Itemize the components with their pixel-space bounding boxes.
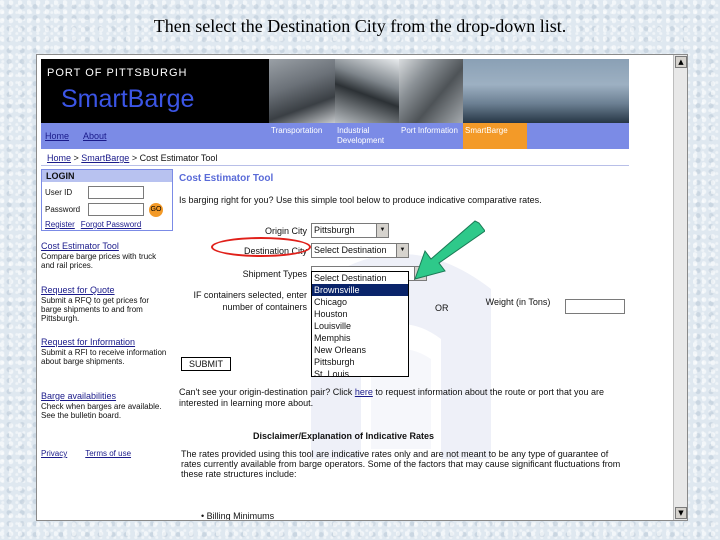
- header-photo: [463, 59, 629, 123]
- destination-city-select[interactable]: Select Destination ▼: [311, 243, 409, 258]
- web-page: PORT OF PITTSBURGH SmartBarge Home About…: [41, 59, 629, 521]
- user-id-input[interactable]: [88, 186, 144, 199]
- scroll-up-icon[interactable]: ▲: [675, 56, 687, 68]
- list-item: • Billing Minimums: [201, 511, 275, 521]
- sidebar-item-desc: Submit a RFI to receive information abou…: [41, 348, 167, 366]
- destination-dropdown-list[interactable]: Select Destination Brownsville Chicago H…: [311, 271, 409, 380]
- login-title: LOGIN: [42, 170, 172, 182]
- scroll-down-icon[interactable]: ▼: [675, 507, 687, 519]
- privacy-link[interactable]: Privacy: [41, 449, 67, 458]
- password-label: Password: [45, 205, 81, 214]
- header-photo: [335, 59, 399, 123]
- disclaimer-title: Disclaimer/Explanation of Indicative Rat…: [253, 431, 435, 441]
- dropdown-option[interactable]: Pittsburgh: [312, 356, 408, 368]
- dropdown-option-highlighted[interactable]: Brownsville: [312, 284, 408, 296]
- login-go-button[interactable]: GO: [149, 203, 163, 217]
- sidebar-item-desc: Submit a RFQ to get prices for barge shi…: [41, 296, 150, 323]
- request-info-link[interactable]: here: [355, 387, 373, 397]
- dropdown-option[interactable]: Houston: [312, 308, 408, 320]
- weight-label: Weight (in Tons): [485, 297, 551, 307]
- header-banner: PORT OF PITTSBURGH SmartBarge: [41, 59, 269, 123]
- sidebar-item-desc: Check when barges are available. See the…: [41, 402, 162, 420]
- request-info-text: Can't see your origin-destination pair? …: [179, 387, 619, 409]
- port-label: PORT OF PITTSBURGH: [47, 67, 188, 79]
- header-photo: [399, 59, 463, 123]
- origin-city-label: Origin City: [264, 226, 307, 236]
- top-nav: Home About: [41, 123, 269, 149]
- disclaimer-text: The rates provided using this tool are i…: [181, 449, 621, 479]
- forgot-password-link[interactable]: Forgot Password: [81, 220, 141, 229]
- submit-button[interactable]: SUBMIT: [181, 357, 231, 371]
- user-id-label: User ID: [45, 188, 73, 197]
- chevron-down-icon[interactable]: ▼: [376, 224, 388, 237]
- sidebar-item-barge-availabilities[interactable]: Barge availabilities: [41, 391, 116, 401]
- sidebar-item-cost-estimator[interactable]: Cost Estimator Tool: [41, 241, 119, 251]
- dropdown-option[interactable]: Select Destination: [312, 272, 408, 284]
- tab-smartbarge[interactable]: SmartBarge: [463, 123, 527, 149]
- dropdown-option[interactable]: Louisville: [312, 320, 408, 332]
- breadcrumb-home[interactable]: Home: [47, 153, 71, 163]
- brand-logo: SmartBarge: [61, 85, 195, 113]
- annotation-arrow-icon: [414, 220, 485, 280]
- header-photo: [269, 59, 335, 123]
- dropdown-option[interactable]: Memphis: [312, 332, 408, 344]
- terms-link[interactable]: Terms of use: [85, 449, 131, 458]
- bullet-text: Billing Minimums: [206, 511, 275, 521]
- request-info-pre: Can't see your origin-destination pair? …: [179, 387, 355, 397]
- shipment-types-label: Shipment Types: [242, 269, 307, 279]
- login-links: Register Forgot Password: [45, 220, 147, 229]
- breadcrumb-separator: >: [129, 153, 140, 163]
- breadcrumb-smartbarge[interactable]: SmartBarge: [81, 153, 129, 163]
- password-input[interactable]: [88, 203, 144, 216]
- tab-industrial-development[interactable]: Industrial Development: [335, 123, 399, 149]
- divider: [41, 165, 629, 166]
- breadcrumb-separator: >: [71, 153, 82, 163]
- vertical-scrollbar[interactable]: ▲ ▼: [673, 55, 687, 520]
- or-label: OR: [435, 303, 449, 313]
- dropdown-option[interactable]: Chicago: [312, 296, 408, 308]
- page-title: Cost Estimator Tool: [179, 173, 274, 184]
- weight-input[interactable]: [565, 299, 625, 314]
- tab-transportation[interactable]: Transportation: [269, 123, 335, 149]
- origin-city-select[interactable]: Pittsburgh ▼: [311, 223, 389, 238]
- breadcrumb-current: Cost Estimator Tool: [139, 153, 218, 163]
- tab-port-information[interactable]: Port Information: [399, 123, 463, 149]
- nav-about-link[interactable]: About: [83, 131, 107, 141]
- slide-caption: Then select the Destination City from th…: [153, 16, 567, 36]
- dropdown-option[interactable]: St. Louis: [312, 368, 408, 380]
- annotation-highlight-oval: [211, 237, 311, 257]
- browser-window: ▲ ▼ PORT OF PITTSBURGH SmartBarge Home A…: [36, 54, 688, 521]
- destination-city-value: Select Destination: [314, 245, 387, 255]
- sidebar-item-desc: Compare barge prices with truck and rail…: [41, 252, 157, 270]
- sidebar-item-request-quote[interactable]: Request for Quote: [41, 285, 115, 295]
- register-link[interactable]: Register: [45, 220, 75, 229]
- login-box: LOGIN User ID Password GO Register Forgot…: [41, 169, 173, 231]
- chevron-down-icon[interactable]: ▼: [396, 244, 408, 257]
- dropdown-option[interactable]: New Orleans: [312, 344, 408, 356]
- intro-text: Is barging right for you? Use this simpl…: [179, 195, 542, 205]
- nav-filler: [527, 123, 629, 149]
- nav-home-link[interactable]: Home: [45, 131, 69, 141]
- sidebar-footer: Privacy Terms of use: [41, 449, 149, 458]
- breadcrumb: Home > SmartBarge > Cost Estimator Tool: [47, 153, 217, 163]
- containers-label: IF containers selected, enter number of …: [193, 290, 307, 312]
- origin-city-value: Pittsburgh: [314, 225, 355, 235]
- sidebar-item-request-information[interactable]: Request for Information: [41, 337, 135, 347]
